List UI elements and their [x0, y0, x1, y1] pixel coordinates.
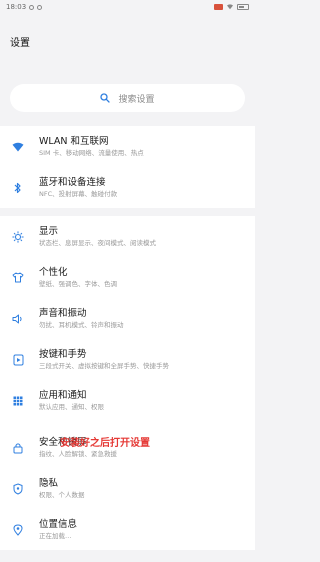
lock-icon — [10, 440, 26, 456]
item-title: 位置信息 — [39, 519, 78, 530]
notification-dot-icon — [29, 4, 35, 10]
settings-item-bluetooth[interactable]: 蓝牙和设备连接 NFC、投射屏幕、触碰付款 — [0, 167, 255, 208]
settings-item-personalization[interactable]: 个性化 壁纸、强调色、字体、色调 — [0, 257, 255, 298]
item-title: 声音和振动 — [39, 308, 87, 319]
page-title: 设置 — [10, 38, 30, 49]
item-title: 显示 — [39, 226, 59, 237]
item-subtitle: NFC、投射屏幕、触碰付款 — [39, 190, 118, 198]
apps-grid-icon — [10, 393, 26, 409]
search-input[interactable]: 搜索设置 — [10, 84, 245, 112]
wifi-signal-icon — [227, 4, 233, 10]
settings-group-device: 显示 状态栏、息屏显示、夜间模式、阅读模式 个性化 壁纸、强调色、字体、色调 声… — [0, 216, 255, 550]
settings-group-connectivity: WLAN 和互联网 SIM 卡、移动网络、流量使用、热点 蓝牙和设备连接 NFC… — [0, 126, 255, 208]
settings-item-display[interactable]: 显示 状态栏、息屏显示、夜间模式、阅读模式 — [0, 216, 255, 257]
settings-item-apps-notifications[interactable]: 应用和通知 默认应用、通知、权限 — [0, 380, 255, 421]
speaker-icon — [10, 311, 26, 327]
settings-item-wlan[interactable]: WLAN 和互联网 SIM 卡、移动网络、流量使用、热点 — [0, 126, 255, 167]
item-title: 应用和通知 — [39, 390, 87, 401]
shirt-icon — [10, 270, 26, 286]
item-title: 按键和手势 — [39, 349, 87, 360]
item-title: WLAN 和互联网 — [39, 136, 109, 147]
item-subtitle: SIM 卡、移动网络、流量使用、热点 — [39, 149, 144, 157]
item-title: 安全和锁屏 — [39, 437, 87, 448]
item-subtitle: 勿扰、耳机模式、铃声和振动 — [39, 321, 124, 329]
item-subtitle: 状态栏、息屏显示、夜间模式、阅读模式 — [39, 239, 156, 247]
settings-item-location[interactable]: 位置信息 正在加载… — [0, 509, 255, 550]
item-subtitle: 壁纸、强调色、字体、色调 — [39, 280, 117, 288]
item-subtitle: 三段式开关、虚拟按键和全屏手势、快捷手势 — [39, 362, 169, 370]
item-subtitle: 默认应用、通知、权限 — [39, 403, 104, 411]
item-title: 隐私 — [39, 478, 59, 489]
shield-icon — [10, 481, 26, 497]
item-subtitle: 正在加载… — [39, 532, 72, 540]
search-placeholder: 搜索设置 — [118, 94, 155, 105]
item-title: 个性化 — [39, 267, 68, 278]
touch-icon — [10, 352, 26, 368]
status-bar: 18:03 — [0, 0, 255, 14]
brightness-icon — [10, 229, 26, 245]
wifi-icon — [10, 139, 26, 155]
settings-item-buttons-gestures[interactable]: 按键和手势 三段式开关、虚拟按键和全屏手势、快捷手势 — [0, 339, 255, 380]
location-icon — [10, 522, 26, 538]
battery-icon — [237, 4, 249, 10]
cast-icon — [214, 4, 223, 10]
settings-item-security[interactable]: 安全和锁屏 指纹、人脸解锁、紧急救援 — [0, 427, 255, 468]
item-subtitle: 指纹、人脸解锁、紧急救援 — [39, 450, 117, 458]
item-subtitle: 权限、个人数据 — [39, 491, 85, 499]
settings-item-privacy[interactable]: 隐私 权限、个人数据 — [0, 468, 255, 509]
bluetooth-icon — [10, 180, 26, 196]
notification-dot-icon — [37, 4, 43, 10]
status-time: 18:03 — [6, 3, 27, 11]
search-icon — [100, 93, 111, 103]
settings-item-sound[interactable]: 声音和振动 勿扰、耳机模式、铃声和振动 — [0, 298, 255, 339]
item-title: 蓝牙和设备连接 — [39, 177, 106, 188]
